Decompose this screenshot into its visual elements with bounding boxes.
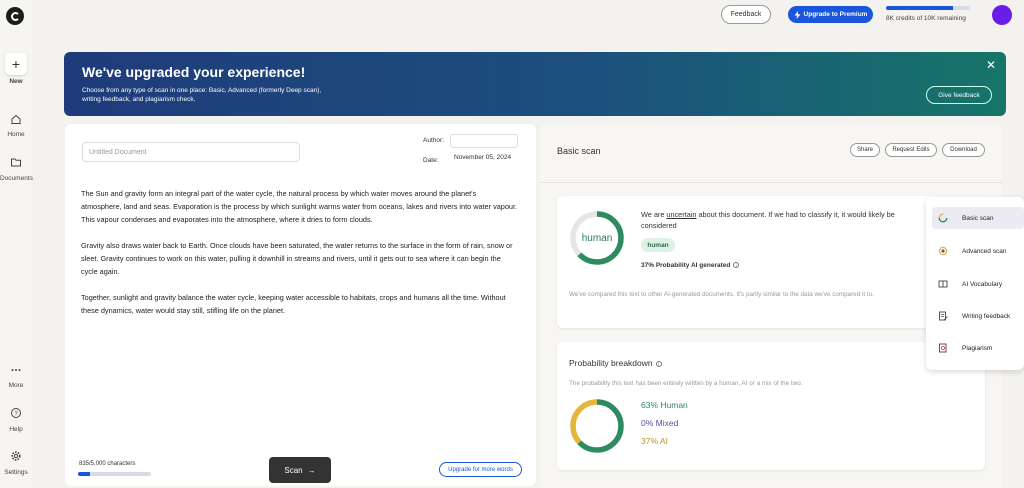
menu-item-advanced-scan[interactable]: Advanced scan <box>932 240 1024 262</box>
new-label: New <box>9 78 23 85</box>
info-icon[interactable]: i <box>733 262 740 268</box>
credits-remaining-text: 8K credits of 10K remaining <box>886 15 966 22</box>
author-label: Author: <box>423 137 444 144</box>
left-sidebar: + New Home Documents More ? Help Setting… <box>0 0 33 488</box>
character-count: 835/5,000 characters <box>79 461 136 467</box>
info-icon[interactable]: i <box>655 361 662 367</box>
basic-scan-icon <box>938 213 948 223</box>
breakdown-description: The probability this text has been entir… <box>569 380 803 387</box>
advanced-scan-icon <box>938 246 948 256</box>
uncertain-link[interactable]: uncertain <box>666 210 696 219</box>
document-editor: Untitled Document Author: Date: November… <box>65 124 536 486</box>
donut-label: human <box>581 232 613 244</box>
breakdown-title: Probability breakdown i <box>569 358 662 368</box>
scan-button[interactable]: Scan → <box>269 457 331 483</box>
upgrade-premium-button[interactable]: Upgrade to Premium <box>788 6 873 23</box>
book-icon <box>938 279 948 289</box>
results-title: Basic scan <box>557 146 601 156</box>
legend-mixed: 0% Mixed <box>641 418 679 428</box>
menu-item-writing-feedback[interactable]: Writing feedback <box>932 305 1024 327</box>
sidebar-item-more[interactable]: More <box>0 382 32 389</box>
paragraph: The Sun and gravity form an integral par… <box>81 189 518 224</box>
arrow-right-icon: → <box>307 465 316 475</box>
upgrade-more-words-button[interactable]: Upgrade for more words <box>439 462 522 477</box>
credits-progress-bar <box>886 6 970 10</box>
lightning-icon <box>794 10 801 19</box>
download-button[interactable]: Download <box>942 143 985 157</box>
new-document-button[interactable]: + <box>5 53 27 75</box>
plagiarism-icon <box>938 343 948 353</box>
give-feedback-button[interactable]: Give feedback <box>926 86 992 104</box>
upgrade-banner: We've upgraded your experience! Choose f… <box>64 52 1006 116</box>
user-avatar[interactable] <box>992 5 1012 25</box>
feedback-button[interactable]: Feedback <box>721 5 771 24</box>
date-value: November 05, 2024 <box>454 154 512 161</box>
probability-breakdown-card: Probability breakdown i The probability t… <box>557 342 985 470</box>
verdict-text: We are uncertain about this document. If… <box>641 210 895 230</box>
scan-label: Scan <box>284 465 303 475</box>
menu-item-basic-scan[interactable]: Basic scan <box>932 207 1024 229</box>
menu-item-plagiarism[interactable]: Plagiarism <box>932 337 1024 359</box>
close-icon[interactable]: ✕ <box>986 58 996 72</box>
banner-description: Choose from any type of scan in one plac… <box>82 87 322 103</box>
date-label: Date: <box>423 157 439 164</box>
legend-ai: 37% AI <box>641 436 668 446</box>
breakdown-donut-chart <box>570 399 624 453</box>
share-button[interactable]: Share <box>850 143 880 157</box>
upgrade-premium-label: Upgrade to Premium <box>803 11 868 18</box>
scan-type-menu: Basic scan Advanced scan AI Vocabulary W… <box>926 197 1024 370</box>
pencil-doc-icon <box>938 311 948 321</box>
more-icon[interactable] <box>9 363 22 376</box>
plus-icon: + <box>11 56 21 72</box>
author-input[interactable] <box>450 134 518 148</box>
gear-icon[interactable] <box>9 449 22 462</box>
paragraph: Together, sunlight and gravity balance t… <box>81 293 506 315</box>
divider <box>540 182 1002 183</box>
document-text-area[interactable]: The Sun and gravity form an integral par… <box>81 187 517 330</box>
paragraph: Gravity also draws water back to Earth. … <box>81 241 513 276</box>
document-title-input[interactable]: Untitled Document <box>82 142 300 162</box>
sidebar-item-settings[interactable]: Settings <box>0 469 32 476</box>
request-edits-button[interactable]: Request Edits <box>885 143 937 157</box>
comparison-note: We've compared this text to other AI-gen… <box>569 291 874 298</box>
help-icon[interactable]: ? <box>9 406 22 419</box>
folder-icon[interactable] <box>9 155 22 168</box>
legend-human: 63% Human <box>641 400 688 410</box>
svg-text:?: ? <box>14 411 18 417</box>
classification-badge: human <box>641 238 675 252</box>
app-logo[interactable] <box>6 7 24 25</box>
probability-text: 37% Probability AI generated i <box>641 262 740 269</box>
sidebar-item-home[interactable]: Home <box>0 131 32 138</box>
sidebar-item-help[interactable]: Help <box>0 426 32 433</box>
character-progress-bar <box>78 472 151 476</box>
banner-title: We've upgraded your experience! <box>82 64 306 80</box>
menu-item-ai-vocabulary[interactable]: AI Vocabulary <box>932 273 1024 295</box>
home-icon[interactable] <box>9 112 22 125</box>
sidebar-item-documents[interactable]: Documents <box>0 175 33 182</box>
classification-card: human We are uncertain about this docume… <box>557 196 985 328</box>
